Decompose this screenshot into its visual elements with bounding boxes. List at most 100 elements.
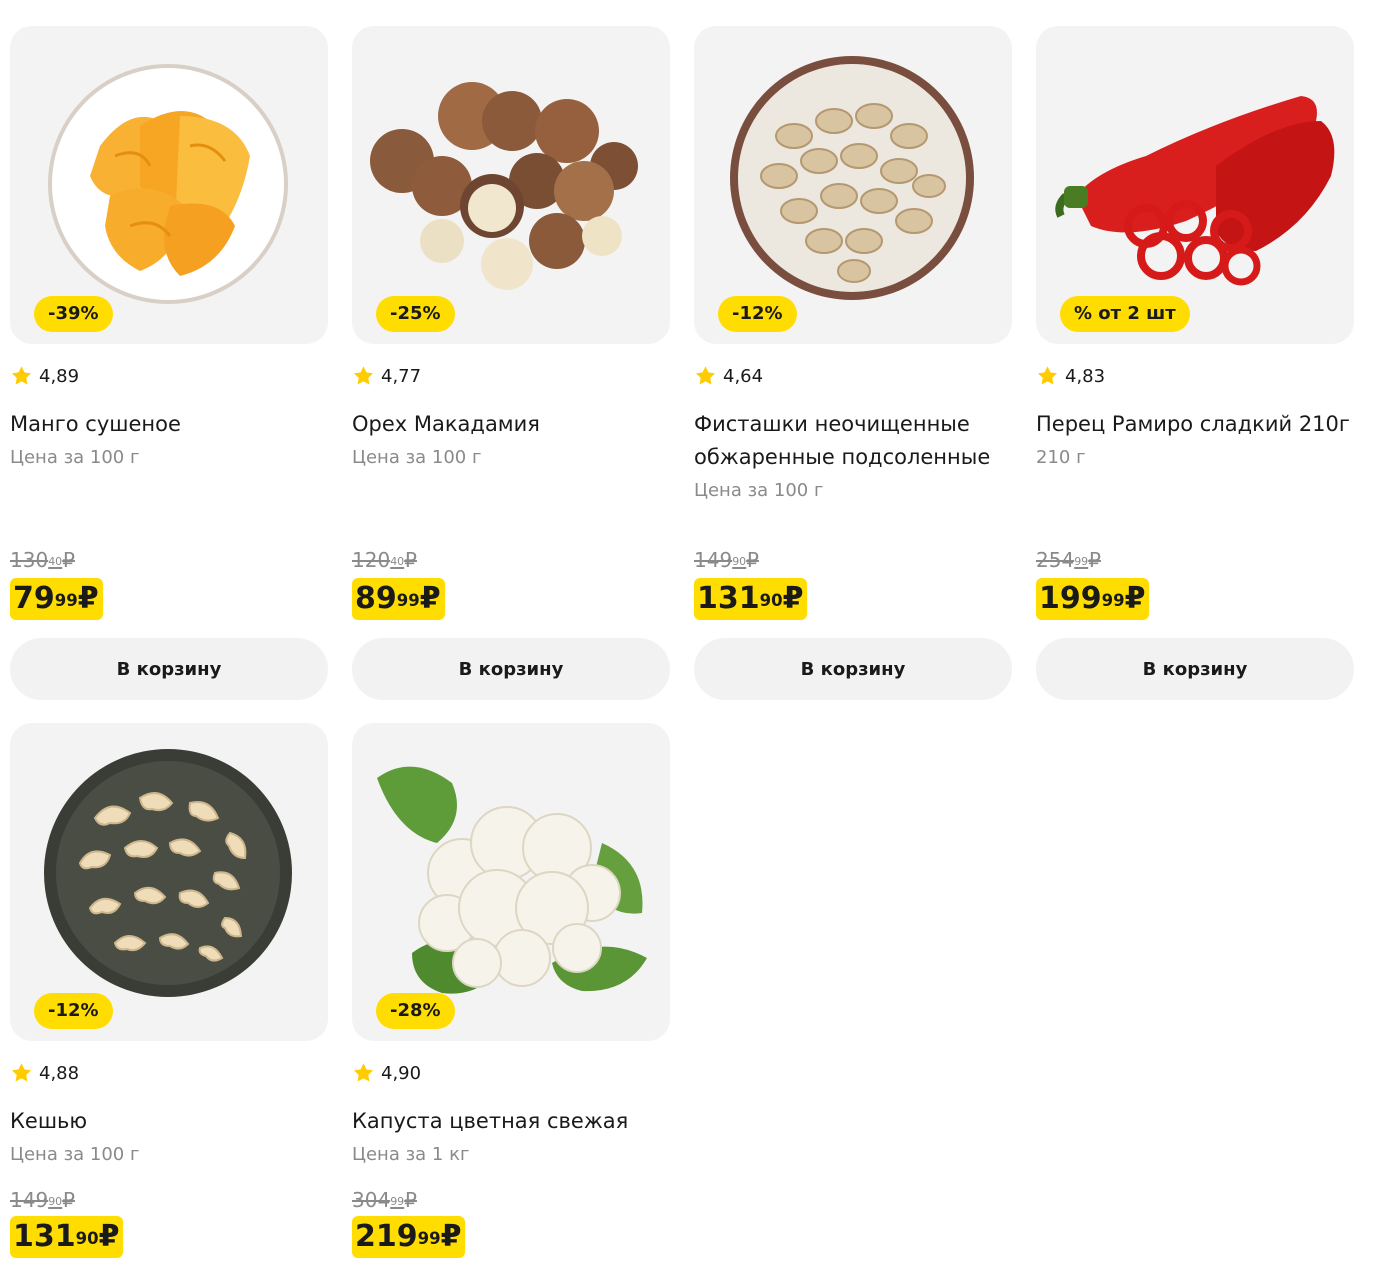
product-card-pepper[interactable]: % от 2 шт 4,83 Перец Рамиро сладкий 210г… — [1036, 26, 1354, 700]
discount-badge: -39% — [34, 296, 113, 332]
rating-value: 4,90 — [381, 1062, 422, 1084]
currency: ₽ — [404, 548, 417, 572]
product-unit: Цена за 100 г — [694, 480, 824, 501]
product-name[interactable]: Фисташки неочищенные обжаренные подсолен… — [694, 408, 1012, 474]
product-image-pepper[interactable]: % от 2 шт — [1036, 26, 1354, 344]
currency: ₽ — [746, 548, 759, 572]
current-price: 21999₽ — [352, 1216, 466, 1258]
product-card-mango[interactable]: -39% 4,89 Манго сушеное Цена за 100 г 13… — [10, 26, 328, 700]
star-icon — [353, 1063, 374, 1082]
product-title[interactable]: Орех Макадамия Цена за 100 г — [352, 408, 670, 474]
discount-badge: -12% — [34, 993, 113, 1029]
price-frac: 99 — [396, 591, 420, 611]
price-frac: 99 — [1101, 591, 1125, 611]
product-name[interactable]: Перец Рамиро сладкий 210г — [1036, 408, 1354, 441]
star-icon — [695, 366, 716, 385]
current-price: 7999₽ — [10, 578, 103, 620]
product-card-pistachios[interactable]: -12% 4,64 Фисташки неочищенные обжаренны… — [694, 26, 1012, 700]
discount-badge: -12% — [718, 296, 797, 332]
old-price: 30499₽ — [352, 1186, 417, 1214]
product-unit: Цена за 100 г — [10, 447, 140, 468]
old-price: 14990₽ — [694, 546, 759, 574]
product-unit: Цена за 100 г — [10, 1144, 140, 1165]
old-price-frac: 99 — [390, 1195, 405, 1209]
rating: 4,64 — [694, 364, 763, 388]
rating: 4,77 — [352, 364, 421, 388]
old-price-frac: 90 — [48, 1195, 63, 1209]
rating: 4,90 — [352, 1061, 421, 1085]
old-price-int: 254 — [1036, 548, 1075, 572]
price-int: 219 — [355, 1219, 418, 1254]
currency: ₽ — [1124, 581, 1146, 616]
product-title[interactable]: Кешью Цена за 100 г — [10, 1105, 328, 1171]
add-to-cart-button[interactable]: В корзину — [352, 638, 670, 700]
currency: ₽ — [62, 548, 75, 572]
product-name[interactable]: Кешью — [10, 1105, 328, 1138]
product-name[interactable]: Капуста цветная свежая — [352, 1105, 670, 1138]
current-price: 19999₽ — [1036, 578, 1150, 620]
price-frac: 90 — [759, 591, 783, 611]
discount-badge: -25% — [376, 296, 455, 332]
current-price: 13190₽ — [694, 578, 808, 620]
product-title[interactable]: Перец Рамиро сладкий 210г 210 г — [1036, 408, 1354, 474]
old-price-int: 130 — [10, 548, 49, 572]
add-to-cart-button[interactable]: В корзину — [10, 638, 328, 700]
currency: ₽ — [77, 581, 99, 616]
price-frac: 99 — [417, 1229, 441, 1249]
star-icon — [1037, 366, 1058, 385]
currency: ₽ — [98, 1219, 120, 1254]
product-image-pistachios[interactable]: -12% — [694, 26, 1012, 344]
rating-value: 4,89 — [39, 365, 80, 387]
rating: 4,89 — [10, 364, 79, 388]
product-card-cashew[interactable]: -12% 4,88 Кешью Цена за 100 г 14990₽ 131… — [10, 723, 328, 1258]
product-title[interactable]: Капуста цветная свежая Цена за 1 кг — [352, 1105, 670, 1171]
rating-value: 4,64 — [723, 365, 764, 387]
price-frac: 99 — [54, 591, 78, 611]
current-price: 8999₽ — [352, 578, 445, 620]
price-int: 89 — [355, 581, 397, 616]
add-to-cart-button[interactable]: В корзину — [1036, 638, 1354, 700]
product-name[interactable]: Манго сушеное — [10, 408, 328, 441]
product-card-macadamia[interactable]: -25% 4,77 Орех Макадамия Цена за 100 г 1… — [352, 26, 670, 700]
price-int: 199 — [1039, 581, 1102, 616]
price-int: 131 — [697, 581, 760, 616]
product-unit: Цена за 1 кг — [352, 1144, 470, 1165]
old-price-frac: 90 — [732, 555, 747, 569]
product-title[interactable]: Манго сушеное Цена за 100 г — [10, 408, 328, 474]
add-to-cart-button[interactable]: В корзину — [694, 638, 1012, 700]
product-unit: 210 г — [1036, 447, 1086, 468]
star-icon — [11, 366, 32, 385]
price-int: 131 — [13, 1219, 76, 1254]
product-image-macadamia[interactable]: -25% — [352, 26, 670, 344]
currency: ₽ — [419, 581, 441, 616]
currency: ₽ — [782, 581, 804, 616]
rating-value: 4,83 — [1065, 365, 1106, 387]
discount-badge: -28% — [376, 993, 455, 1029]
currency: ₽ — [62, 1188, 75, 1212]
old-price: 25499₽ — [1036, 546, 1101, 574]
product-title[interactable]: Фисташки неочищенные обжаренные подсолен… — [694, 408, 1012, 507]
currency: ₽ — [404, 1188, 417, 1212]
old-price: 13040₽ — [10, 546, 75, 574]
old-price-int: 149 — [10, 1188, 49, 1212]
rating: 4,83 — [1036, 364, 1105, 388]
old-price-frac: 40 — [48, 555, 63, 569]
price-int: 79 — [13, 581, 55, 616]
old-price-int: 120 — [352, 548, 391, 572]
product-card-cauliflower[interactable]: -28% 4,90 Капуста цветная свежая Цена за… — [352, 723, 670, 1258]
old-price-frac: 40 — [390, 555, 405, 569]
product-name[interactable]: Орех Макадамия — [352, 408, 670, 441]
rating: 4,88 — [10, 1061, 79, 1085]
product-image-cauliflower[interactable]: -28% — [352, 723, 670, 1041]
price-frac: 90 — [75, 1229, 99, 1249]
product-image-mango[interactable]: -39% — [10, 26, 328, 344]
old-price: 14990₽ — [10, 1186, 75, 1214]
old-price-frac: 99 — [1074, 555, 1089, 569]
currency: ₽ — [1088, 548, 1101, 572]
product-image-cashew[interactable]: -12% — [10, 723, 328, 1041]
current-price: 13190₽ — [10, 1216, 124, 1258]
old-price: 12040₽ — [352, 546, 417, 574]
rating-value: 4,88 — [39, 1062, 80, 1084]
star-icon — [353, 366, 374, 385]
rating-value: 4,77 — [381, 365, 422, 387]
